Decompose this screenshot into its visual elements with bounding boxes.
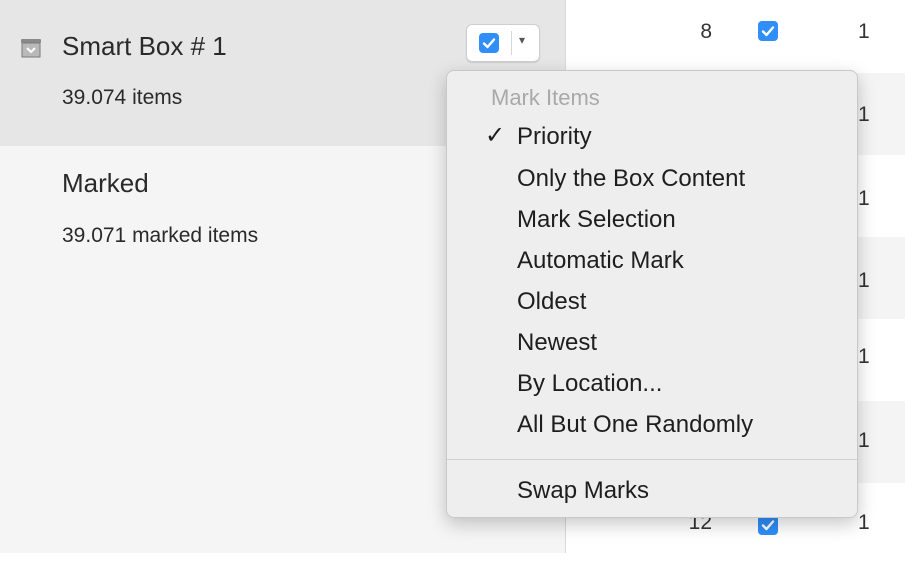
menu-item-oldest[interactable]: Oldest	[447, 282, 857, 322]
menu-item-label: Automatic Mark	[517, 247, 684, 274]
marked-count: 39.071 marked items	[62, 224, 259, 247]
popup-divider	[511, 31, 512, 55]
checkmark-icon: ✓	[485, 122, 506, 149]
menu-item-only-box-content[interactable]: Only the Box Content	[447, 159, 857, 199]
menu-item-label: Priority	[517, 123, 592, 150]
row-count: 1	[858, 269, 870, 292]
row-count: 1	[858, 187, 870, 210]
menu-item-label: Swap Marks	[517, 477, 650, 504]
menu-item-label: Oldest	[517, 288, 587, 315]
mark-checkbox[interactable]	[479, 33, 499, 53]
menu-item-mark-selection[interactable]: Mark Selection	[447, 200, 857, 240]
menu-item-priority[interactable]: ✓ Priority	[447, 117, 857, 157]
menu-separator	[447, 459, 857, 460]
menu-item-automatic-mark[interactable]: Automatic Mark	[447, 241, 857, 281]
mark-items-popup-button[interactable]: ▾	[466, 24, 540, 62]
menu-item-label: Mark Selection	[517, 206, 676, 233]
row-count: 1	[858, 103, 870, 126]
smart-box-title: Smart Box # 1	[62, 31, 227, 61]
menu-header: Mark Items	[491, 85, 600, 110]
smart-box-icon	[20, 38, 42, 58]
row-count: 1	[858, 429, 870, 452]
mark-items-menu: Mark Items ✓ Priority Only the Box Conte…	[446, 70, 858, 518]
row-mark-checkbox[interactable]	[758, 515, 778, 535]
menu-item-label: Only the Box Content	[517, 165, 746, 192]
menu-item-by-location[interactable]: By Location...	[447, 364, 857, 404]
marked-title: Marked	[62, 168, 149, 198]
menu-item-swap-marks[interactable]: Swap Marks	[447, 471, 857, 511]
chevron-down-icon[interactable]: ▾	[519, 33, 525, 47]
row-count: 1	[858, 20, 870, 43]
menu-item-label: By Location...	[517, 370, 663, 397]
row-number: 8	[700, 20, 712, 43]
smart-box-count: 39.074 items	[62, 86, 183, 109]
menu-item-label: Newest	[517, 329, 598, 356]
menu-item-newest[interactable]: Newest	[447, 323, 857, 363]
menu-item-label: All But One Randomly	[517, 411, 754, 438]
row-count: 1	[858, 511, 870, 534]
menu-item-all-but-one-randomly[interactable]: All But One Randomly	[447, 405, 857, 445]
row-count: 1	[858, 345, 870, 368]
row-mark-checkbox[interactable]	[758, 21, 778, 41]
